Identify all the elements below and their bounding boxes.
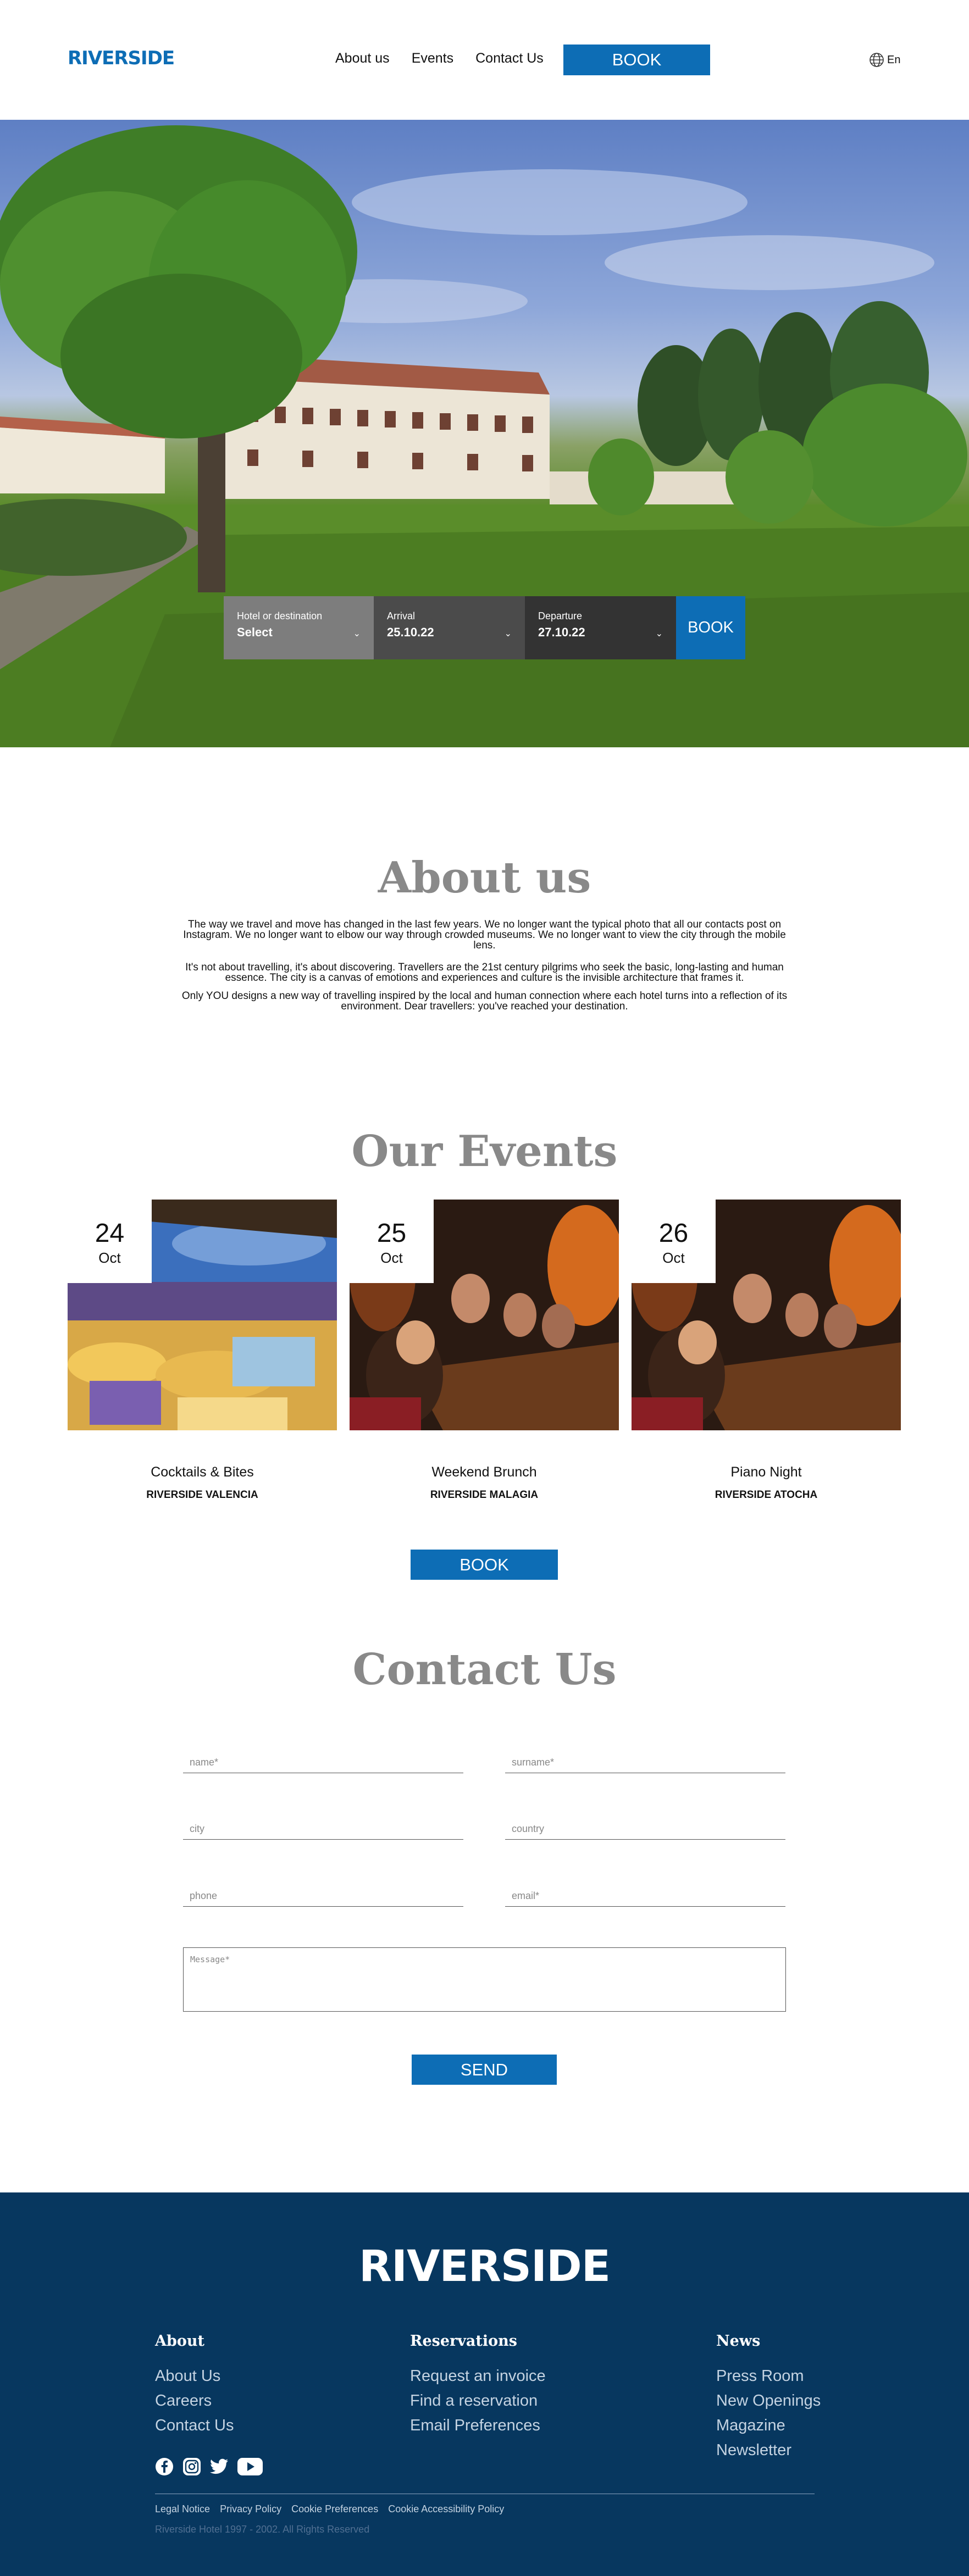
footer-link[interactable]: Find a reservation [410,2389,546,2413]
footer-link[interactable]: Request an invoice [410,2364,546,2389]
event-month: Oct [662,1250,685,1266]
social-links [155,2457,263,2476]
events-book-button[interactable]: BOOK [411,1550,558,1580]
site-header: RIVERSIDE About us Events Contact Us BOO… [0,0,969,120]
chevron-down-icon: ⌄ [504,629,512,639]
event-title: Cocktails & Bites [151,1464,254,1480]
chevron-down-icon: ⌄ [655,629,663,639]
footer-column-reservations: Reservations Request an invoice Find a r… [410,2333,546,2438]
city-field[interactable]: city [183,1818,463,1840]
footer-link[interactable]: About Us [155,2364,234,2389]
footer-link[interactable]: Contact Us [155,2413,234,2438]
name-field[interactable]: name* [183,1751,463,1773]
departure-date-field[interactable]: Departure 27.10.22 ⌄ [525,596,676,659]
name-placeholder: name* [190,1757,219,1768]
about-paragraph-3: Only YOU designs a new way of travelling… [181,990,788,1012]
message-textarea[interactable]: Message* [183,1947,786,2012]
copyright-text: Riverside Hotel 1997 - 2002. All Rights … [155,2524,370,2535]
country-placeholder: country [512,1823,545,1834]
surname-field[interactable]: surname* [505,1751,785,1773]
event-day: 25 [376,1219,407,1248]
hotel-destination-select[interactable]: Hotel or destination Select ⌄ [224,596,374,659]
twitter-icon[interactable] [210,2458,229,2475]
email-placeholder: email* [512,1890,540,1901]
event-month: Oct [380,1250,403,1266]
event-title: Piano Night [730,1464,802,1480]
footer-logo[interactable]: RIVERSIDE [0,2242,969,2291]
footer-column-news: News Press Room New Openings Magazine Ne… [716,2333,821,2463]
footer-link[interactable]: Newsletter [716,2438,821,2463]
event-day: 26 [658,1219,689,1248]
about-title: About us [378,853,591,903]
footer-heading: News [716,2333,761,2350]
arrival-label: Arrival [387,610,416,621]
event-day: 24 [95,1219,125,1248]
cookie-accessibility-policy-link[interactable]: Cookie Accessibility Policy [388,2503,504,2515]
country-field[interactable]: country [505,1818,785,1840]
event-location: RIVERSIDE VALENCIA [146,1489,258,1501]
event-title: Weekend Brunch [431,1464,537,1480]
about-paragraph-1: The way we travel and move has changed i… [183,919,786,951]
footer-link[interactable]: Press Room [716,2364,821,2389]
instagram-icon[interactable] [182,2457,201,2476]
globe-icon [870,53,884,67]
surname-placeholder: surname* [512,1757,555,1768]
language-selector[interactable]: En [868,52,900,68]
brand-logo[interactable]: RIVERSIDE [68,47,175,69]
booking-search-bar: Hotel or destination Select ⌄ Arrival 25… [224,596,745,659]
footer-heading: Reservations [410,2333,517,2350]
search-book-button[interactable]: BOOK [676,596,745,659]
chevron-down-icon: ⌄ [353,629,361,639]
footer-column-about: About About Us Careers Contact Us [155,2333,234,2438]
nav-contact-us[interactable]: Contact Us [475,51,544,66]
footer-heading: About [155,2333,204,2350]
legal-notice-link[interactable]: Legal Notice [155,2503,210,2515]
nav-about-us[interactable]: About us [335,51,390,66]
email-field[interactable]: email* [505,1885,785,1907]
city-placeholder: city [190,1823,204,1834]
about-paragraph-2: It's not about travelling, it's about di… [185,962,784,984]
hotel-destination-label: Hotel or destination [237,610,323,621]
site-footer: RIVERSIDE About About Us Careers Contact… [0,2192,969,2576]
facebook-icon[interactable] [155,2457,174,2476]
nav-events[interactable]: Events [412,51,453,66]
event-date-badge: 24 Oct [68,1200,152,1283]
youtube-icon[interactable] [237,2457,263,2476]
phone-placeholder: phone [190,1890,218,1901]
event-month: Oct [98,1250,121,1266]
event-date-badge: 26 Oct [632,1200,716,1283]
message-placeholder: Message* [190,1955,230,1964]
hero-image: Hotel or destination Select ⌄ Arrival 25… [0,120,969,747]
footer-link[interactable]: Email Preferences [410,2413,546,2438]
event-date-badge: 25 Oct [350,1200,434,1283]
send-button[interactable]: SEND [412,2055,557,2085]
events-title: Our Events [351,1126,618,1176]
header-book-button[interactable]: BOOK [563,45,710,75]
footer-link[interactable]: New Openings [716,2389,821,2413]
event-location: RIVERSIDE ATOCHA [715,1489,818,1501]
privacy-policy-link[interactable]: Privacy Policy [220,2503,281,2515]
cookie-preferences-link[interactable]: Cookie Preferences [291,2503,378,2515]
main-nav: About us Events Contact Us [335,51,544,66]
arrival-date-field[interactable]: Arrival 25.10.22 ⌄ [374,596,525,659]
legal-links: Legal Notice Privacy Policy Cookie Prefe… [155,2503,504,2515]
footer-link[interactable]: Careers [155,2389,234,2413]
contact-title: Contact Us [352,1645,617,1695]
footer-link[interactable]: Magazine [716,2413,821,2438]
departure-label: Departure [538,610,583,621]
event-location: RIVERSIDE MALAGIA [430,1489,539,1501]
language-label: En [887,53,901,66]
phone-field[interactable]: phone [183,1885,463,1907]
